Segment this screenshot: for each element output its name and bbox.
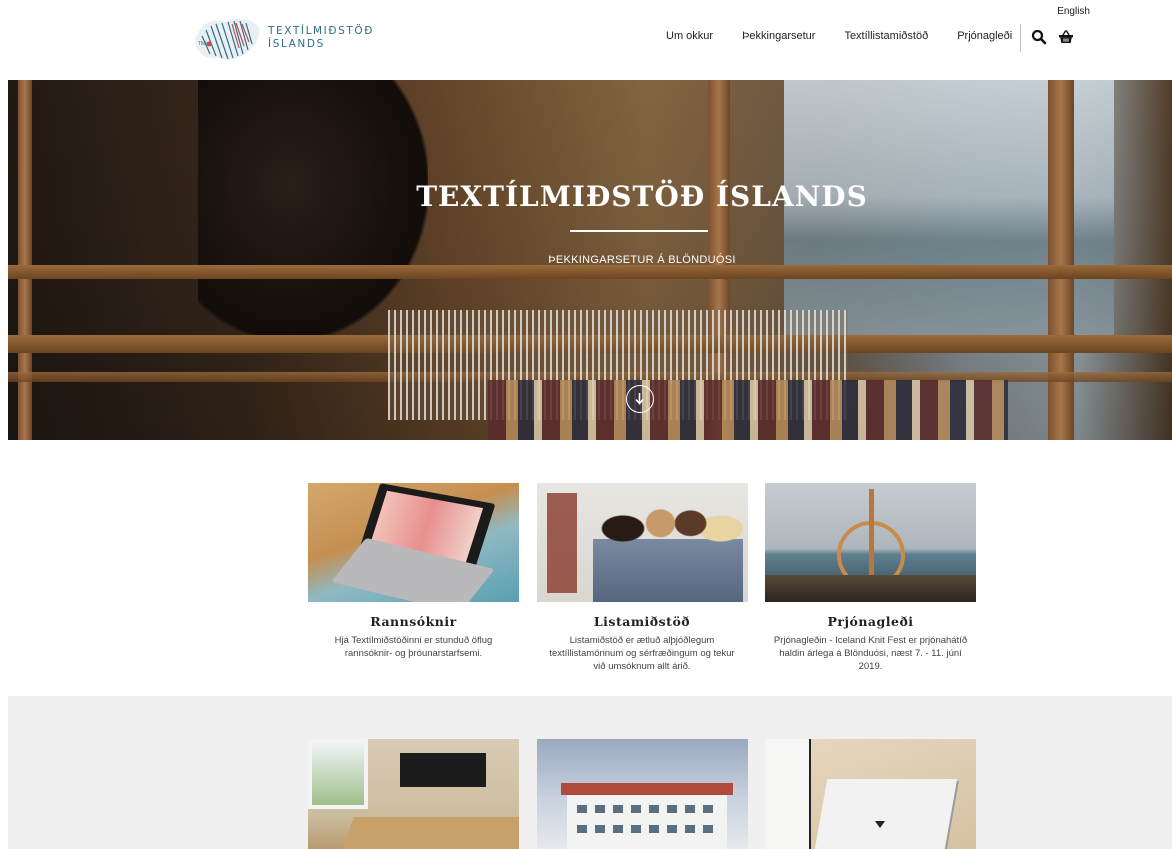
basket-icon[interactable] [1058, 29, 1074, 45]
nav-textillistamidstod[interactable]: Textíllistamiðstöð [844, 30, 928, 42]
card-prjonagledi[interactable]: Prjónagleði Prjónagleðin - Iceland Knit … [765, 483, 976, 673]
card-publications[interactable] [765, 739, 976, 849]
card-listamidstod[interactable]: Listamiðstöð Listamiðstöð er ætluð alþjó… [536, 483, 748, 673]
card-description: Prjónagleðin - Iceland Knit Fest er prjó… [773, 635, 968, 672]
card-description: Listamiðstöð er ætluð alþjóðlegum textíl… [549, 635, 735, 672]
feature-cards-row1: Rannsóknir Hjá Textílmiðstöðinni er stun… [308, 483, 976, 673]
nav-divider [1020, 24, 1021, 52]
arrow-down-circle-icon[interactable] [626, 385, 654, 413]
card-title: Rannsóknir [370, 614, 457, 629]
search-icon[interactable] [1031, 29, 1047, 45]
card-image-spinning-wheel [765, 483, 976, 602]
hero-banner: TEXTÍLMIÐSTÖÐ ÍSLANDS ÞEKKINGARSETUR Á B… [8, 80, 1172, 440]
main-nav: Um okkur Þekkingarsetur Textíllistamiðst… [666, 30, 1041, 42]
logo-text-line1: TEXTÍLMIÐSTÖÐ [268, 25, 374, 37]
card-image-laptop [308, 483, 519, 602]
nav-thekkingarsetur[interactable]: Þekkingarsetur [742, 30, 815, 42]
iceland-map-logo-icon: TMÍ [195, 18, 260, 60]
card-title: Listamiðstöð [593, 614, 691, 629]
card-meeting-room[interactable] [308, 739, 519, 849]
nav-um-okkur[interactable]: Um okkur [666, 30, 713, 42]
hero-title: TEXTÍLMIÐSTÖÐ ÍSLANDS [416, 180, 868, 213]
language-link-english[interactable]: English [1057, 6, 1090, 17]
feature-cards-row2 [308, 739, 976, 849]
card-image-publications [765, 739, 976, 849]
card-image-artists [536, 483, 748, 602]
hero-woven-rug [488, 380, 1008, 440]
card-image-building [536, 739, 748, 849]
card-rannsoknir[interactable]: Rannsóknir Hjá Textílmiðstöðinni er stun… [308, 483, 519, 673]
card-building[interactable] [536, 739, 748, 849]
site-header: English TMÍ TEXTÍLMIÐSTÖÐ ÍSLANDS Um okk… [0, 0, 1172, 80]
nav-prjonagledi[interactable]: Prjónagleði [957, 30, 1012, 42]
svg-text:TMÍ: TMÍ [198, 40, 207, 47]
card-description: Hjá Textílmiðstöðinni er stunduð öflug r… [334, 635, 493, 659]
logo-text-line2: ÍSLANDS [268, 38, 325, 50]
site-logo[interactable]: TMÍ TEXTÍLMIÐSTÖÐ ÍSLANDS [192, 14, 392, 64]
card-image-meeting-room [308, 739, 519, 849]
card-title: Prjónagleði [827, 614, 914, 629]
hero-divider [570, 230, 708, 232]
hero-subtitle: ÞEKKINGARSETUR Á BLÖNDUÓSI [548, 254, 736, 266]
